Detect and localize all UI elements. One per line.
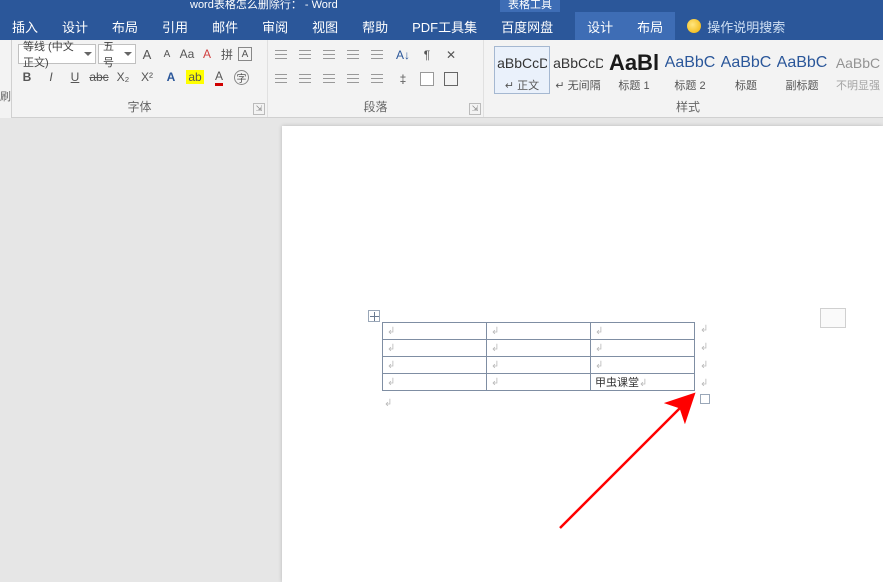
bullets-button[interactable] [274,46,292,64]
shading-button[interactable] [418,70,436,88]
highlight-button[interactable]: ab [186,68,204,86]
table-row[interactable]: ↲ ↲ 甲虫课堂↲ [383,374,695,391]
tab-review[interactable]: 审阅 [250,12,300,40]
text-effects-button[interactable]: A [162,68,180,86]
tab-references[interactable]: 引用 [150,12,200,40]
tab-baidu[interactable]: 百度网盘 [489,12,565,40]
group-label-styles: 样式 [490,98,883,117]
row-end-mark: ↲ [700,342,708,353]
tab-design[interactable]: 设计 [50,12,100,40]
distribute-button[interactable] [370,70,388,88]
tab-layout[interactable]: 布局 [100,12,150,40]
table-move-handle[interactable] [368,310,380,322]
borders-button[interactable] [442,70,460,88]
style-heading2[interactable]: AaBbC 标题 2 [662,46,718,94]
indent-inc-button[interactable] [370,46,388,64]
title-bar: word表格怎么删除行： - Word [0,0,883,12]
group-styles: AaBbCcDc ↵ 正文 AaBbCcDc ↵ 无间隔 AaBl 标题 1 A… [484,40,883,117]
row-end-mark: ↲ [700,324,708,335]
tell-me-search[interactable]: 操作说明搜索 [675,12,797,40]
tab-mailings[interactable]: 邮件 [200,12,250,40]
underline-button[interactable]: U [66,68,84,86]
table-row[interactable]: ↲ ↲ ↲ [383,357,695,374]
tab-table-layout[interactable]: 布局 [625,12,675,40]
format-painter-large[interactable]: 刷 [0,40,12,118]
group-paragraph: A↓ ¶ ✕ ‡ 段落 ⇲ [268,40,484,117]
style-nospacing[interactable]: AaBbCcDc ↵ 无间隔 [550,46,606,94]
ribbon: 等线 (中文正文) 五号 A A Aa A 拼 A B I U abc X₂ X… [12,40,883,118]
row-end-mark: ↲ [700,360,708,371]
search-placeholder: 操作说明搜索 [707,17,785,36]
group-font: 等线 (中文正文) 五号 A A Aa A 拼 A B I U abc X₂ X… [12,40,268,117]
font-size-combo[interactable]: 五号 [98,44,136,64]
change-case-icon[interactable]: Aa [178,45,196,63]
font-dialog-launcher[interactable]: ⇲ [253,103,265,115]
tab-table-design[interactable]: 设计 [575,12,625,40]
font-color-button[interactable]: A [210,68,228,86]
italic-button[interactable]: I [42,68,60,86]
table-row[interactable]: ↲ ↲ ↲ [383,323,695,340]
font-family-combo[interactable]: 等线 (中文正文) [18,44,96,64]
multilevel-button[interactable] [322,46,340,64]
asian-layout-button[interactable]: ✕ [442,46,460,64]
clear-format-icon[interactable]: A [198,45,216,63]
style-normal[interactable]: AaBbCcDc ↵ 正文 [494,46,550,94]
align-right-button[interactable] [322,70,340,88]
char-border-icon[interactable]: A [238,47,252,61]
align-justify-button[interactable] [346,70,364,88]
strike-button[interactable]: abc [90,68,108,86]
style-subtle[interactable]: AaBbC 不明显强 [830,46,883,94]
row-end-mark: ↲ [700,378,708,389]
style-title[interactable]: AaBbC 标题 [718,46,774,94]
bold-button[interactable]: B [18,68,36,86]
tab-insert[interactable]: 插入 [0,12,50,40]
table-row[interactable]: ↲ ↲ ↲ [383,340,695,357]
grow-font-icon[interactable]: A [138,45,156,63]
paragraph-dialog-launcher[interactable]: ⇲ [469,103,481,115]
workspace: ↲ ↲ ↲ ↲ ↲ ↲ ↲ ↲ ↲ ↲ ↲ 甲虫课堂↲ ↲ ↲ ↲ ↲ ↲ [0,118,883,582]
phonetic-icon[interactable]: 拼 [218,45,236,63]
window-title: word表格怎么删除行： - Word [190,0,338,11]
table-resize-handle[interactable] [700,394,710,404]
tab-pdftools[interactable]: PDF工具集 [400,12,489,40]
shrink-font-icon[interactable]: A [158,45,176,63]
styles-gallery[interactable]: AaBbCcDc ↵ 正文 AaBbCcDc ↵ 无间隔 AaBl 标题 1 A… [490,44,883,94]
enclose-char-button[interactable]: 字 [234,70,249,85]
align-center-button[interactable] [298,70,316,88]
contextual-tool-label: 表格工具 [500,0,560,12]
line-spacing-button[interactable]: ‡ [394,70,412,88]
tab-help[interactable]: 帮助 [350,12,400,40]
para-mark: ↲ [384,398,392,409]
margin-marker [820,308,846,328]
cell-text: 甲虫课堂 [595,377,639,389]
group-label-paragraph: 段落 [274,98,477,117]
tab-view[interactable]: 视图 [300,12,350,40]
ribbon-tabs: 插入 设计 布局 引用 邮件 审阅 视图 帮助 PDF工具集 百度网盘 设计 布… [0,12,883,40]
numbering-button[interactable] [298,46,316,64]
show-marks-button[interactable]: ¶ [418,46,436,64]
subscript-button[interactable]: X₂ [114,68,132,86]
superscript-button[interactable]: X² [138,68,156,86]
sort-button[interactable]: A↓ [394,46,412,64]
group-label-font: 字体 [18,98,261,117]
style-subtitle[interactable]: AaBbC 副标题 [774,46,830,94]
style-heading1[interactable]: AaBl 标题 1 [606,46,662,94]
align-left-button[interactable] [274,70,292,88]
lightbulb-icon [687,19,701,33]
document-table[interactable]: ↲ ↲ ↲ ↲ ↲ ↲ ↲ ↲ ↲ ↲ ↲ 甲虫课堂↲ [382,322,695,391]
indent-dec-button[interactable] [346,46,364,64]
